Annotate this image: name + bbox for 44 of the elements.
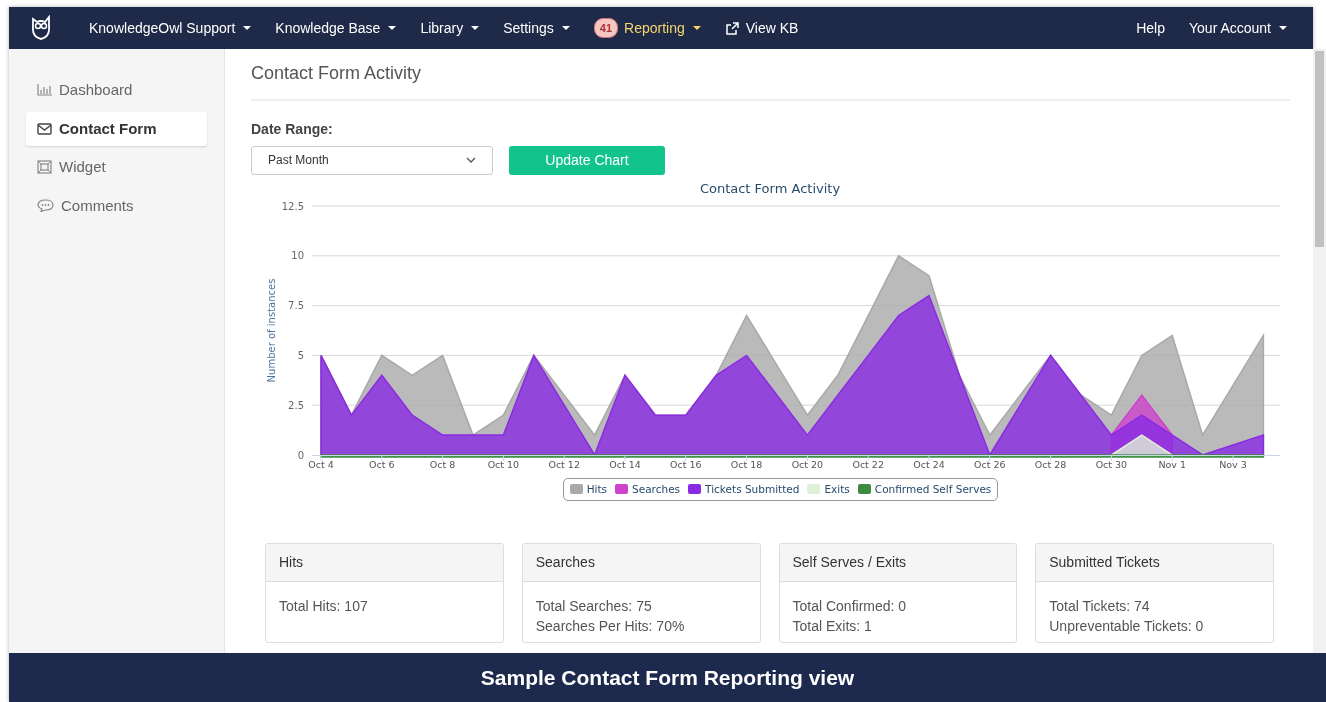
card-header: Hits: [266, 544, 503, 583]
legend-label: Searches: [632, 481, 681, 497]
x-axis-label: Nov 3: [1219, 458, 1247, 470]
x-axis-label: Oct 12: [548, 458, 580, 470]
x-axis-label: Oct 26: [974, 458, 1006, 470]
page-title: Contact Form Activity: [251, 63, 1290, 101]
field-label: Date Range:: [251, 119, 334, 139]
notification-badge: 41: [593, 17, 619, 39]
legend-label: Tickets Submitted: [705, 481, 800, 497]
x-axis-label: Oct 6: [369, 458, 395, 470]
caption: Sample Contact Form Reporting view: [9, 653, 1326, 702]
stat-text: Total Searches: 75: [535, 597, 653, 617]
y-axis-label: 0: [297, 449, 304, 461]
x-axis-label: Oct 28: [1034, 458, 1067, 470]
x-axis-label: Oct 22: [852, 458, 884, 470]
chart-title: Contact Form Activity: [699, 180, 841, 196]
x-axis-label: Nov 1: [1158, 458, 1186, 470]
card-header: Self Serves / Exits: [779, 544, 1017, 583]
stat-text: Unpreventable Tickets: 0: [1049, 617, 1205, 637]
x-axis-label: Oct 20: [791, 458, 824, 470]
y-axis-title: Number of instances: [266, 278, 277, 382]
card-header: Submitted Tickets: [1036, 544, 1273, 583]
y-axis-label: 7.5: [288, 299, 304, 311]
stat-text: Total Tickets: 74: [1049, 597, 1151, 617]
y-axis-label: 10: [291, 249, 304, 261]
legend-label: Confirmed Self Serves: [874, 481, 992, 497]
y-axis-label: 12.5: [281, 200, 304, 212]
stat-text: Total Confirmed: 0: [792, 597, 908, 617]
x-axis-label: Oct 18: [730, 458, 763, 470]
y-axis-label: 5: [297, 349, 304, 361]
x-axis-label: Oct 4: [308, 458, 334, 470]
x-axis-label: Oct 10: [487, 458, 520, 470]
legend-label: Hits: [586, 481, 608, 497]
x-axis-label: Oct 8: [429, 458, 456, 470]
stat-text: Total Exits: 1: [792, 617, 873, 637]
x-axis-label: Oct 30: [1095, 458, 1128, 470]
x-axis-label: Oct 24: [913, 458, 945, 470]
stat-text: Total Hits: 107: [279, 597, 369, 617]
card-header: Searches: [522, 544, 760, 583]
stat-text: Searches Per Hits: 70%: [535, 617, 686, 637]
legend-label: Exits: [824, 481, 850, 497]
x-axis-label: Oct 14: [609, 458, 641, 470]
x-axis-label: Oct 16: [670, 458, 702, 470]
y-axis-label: 2.5: [288, 399, 304, 411]
